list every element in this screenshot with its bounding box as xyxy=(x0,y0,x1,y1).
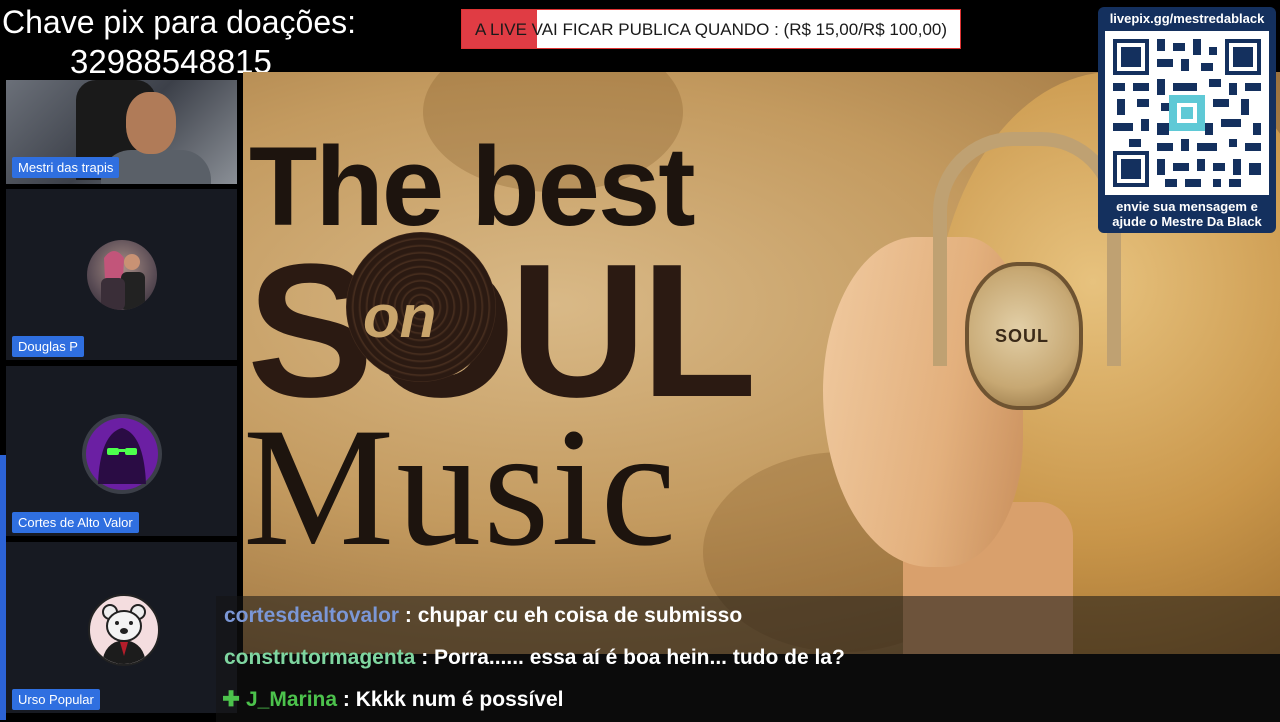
live-goal-banner: A LIVE VAI FICAR PUBLICA QUANDO : (R$ 15… xyxy=(461,9,961,49)
couple-photo-avatar xyxy=(87,240,157,310)
video-title-line3: Music xyxy=(243,393,678,581)
participant-tile-camera[interactable]: Mestri das trapis xyxy=(6,80,237,184)
qr-code-icon xyxy=(1105,31,1269,195)
participant-tile[interactable]: Cortes de Alto Valor xyxy=(6,366,237,536)
chat-username: cortesdealtovalor xyxy=(224,604,400,627)
livepix-caption-line1: envie sua mensagem e xyxy=(1116,199,1258,214)
video-title-on: on xyxy=(363,283,437,350)
hooded-figure-avatar xyxy=(82,414,162,494)
bear-avatar xyxy=(88,594,160,666)
participant-name-tag: Urso Popular xyxy=(12,689,100,710)
pix-overlay: Chave pix para doações: 32988548815 xyxy=(0,0,420,80)
chat-username: J_Marina xyxy=(246,688,338,711)
sidebar-accent xyxy=(0,455,6,720)
chat-message: ✚ J_Marina : Kkkk num é possível xyxy=(216,680,1280,722)
chat-username: construtormagenta xyxy=(224,646,416,669)
live-goal-text: A LIVE VAI FICAR PUBLICA QUANDO : (R$ 15… xyxy=(474,20,948,39)
participant-tile[interactable]: Douglas P xyxy=(6,189,237,360)
livepix-qr-panel: livepix.gg/mestredablack envie sua mensa… xyxy=(1098,7,1276,233)
livepix-url: livepix.gg/mestredablack xyxy=(1109,11,1265,26)
chat-text: Kkkk num é possível xyxy=(355,688,564,711)
chat-overlay: cortesdealtovalor : chupar cu eh coisa d… xyxy=(216,596,1280,722)
green-plus-icon: ✚ xyxy=(222,688,240,711)
pix-key: 32988548815 xyxy=(70,43,272,80)
pix-label: Chave pix para doações: xyxy=(2,4,356,40)
participant-tile[interactable]: Urso Popular xyxy=(6,542,237,713)
webcam-person-head xyxy=(126,92,176,154)
livepix-caption: envie sua mensagem e ajude o Mestre Da B… xyxy=(1098,199,1276,229)
chat-message: construtormagenta : Porra...... essa aí … xyxy=(216,638,1280,680)
livepix-caption-line2: ajude o Mestre Da Black xyxy=(1112,214,1262,229)
chat-text: Porra...... essa aí é boa hein... tudo d… xyxy=(434,646,845,669)
headphone-label: SOUL xyxy=(995,326,1050,346)
chat-message: cortesdealtovalor : chupar cu eh coisa d… xyxy=(216,596,1280,638)
participant-name-tag: Cortes de Alto Valor xyxy=(12,512,139,533)
chat-text: chupar cu eh coisa de submisso xyxy=(417,604,743,627)
participant-name-tag: Mestri das trapis xyxy=(12,157,120,178)
participant-name-tag: Douglas P xyxy=(12,336,84,357)
